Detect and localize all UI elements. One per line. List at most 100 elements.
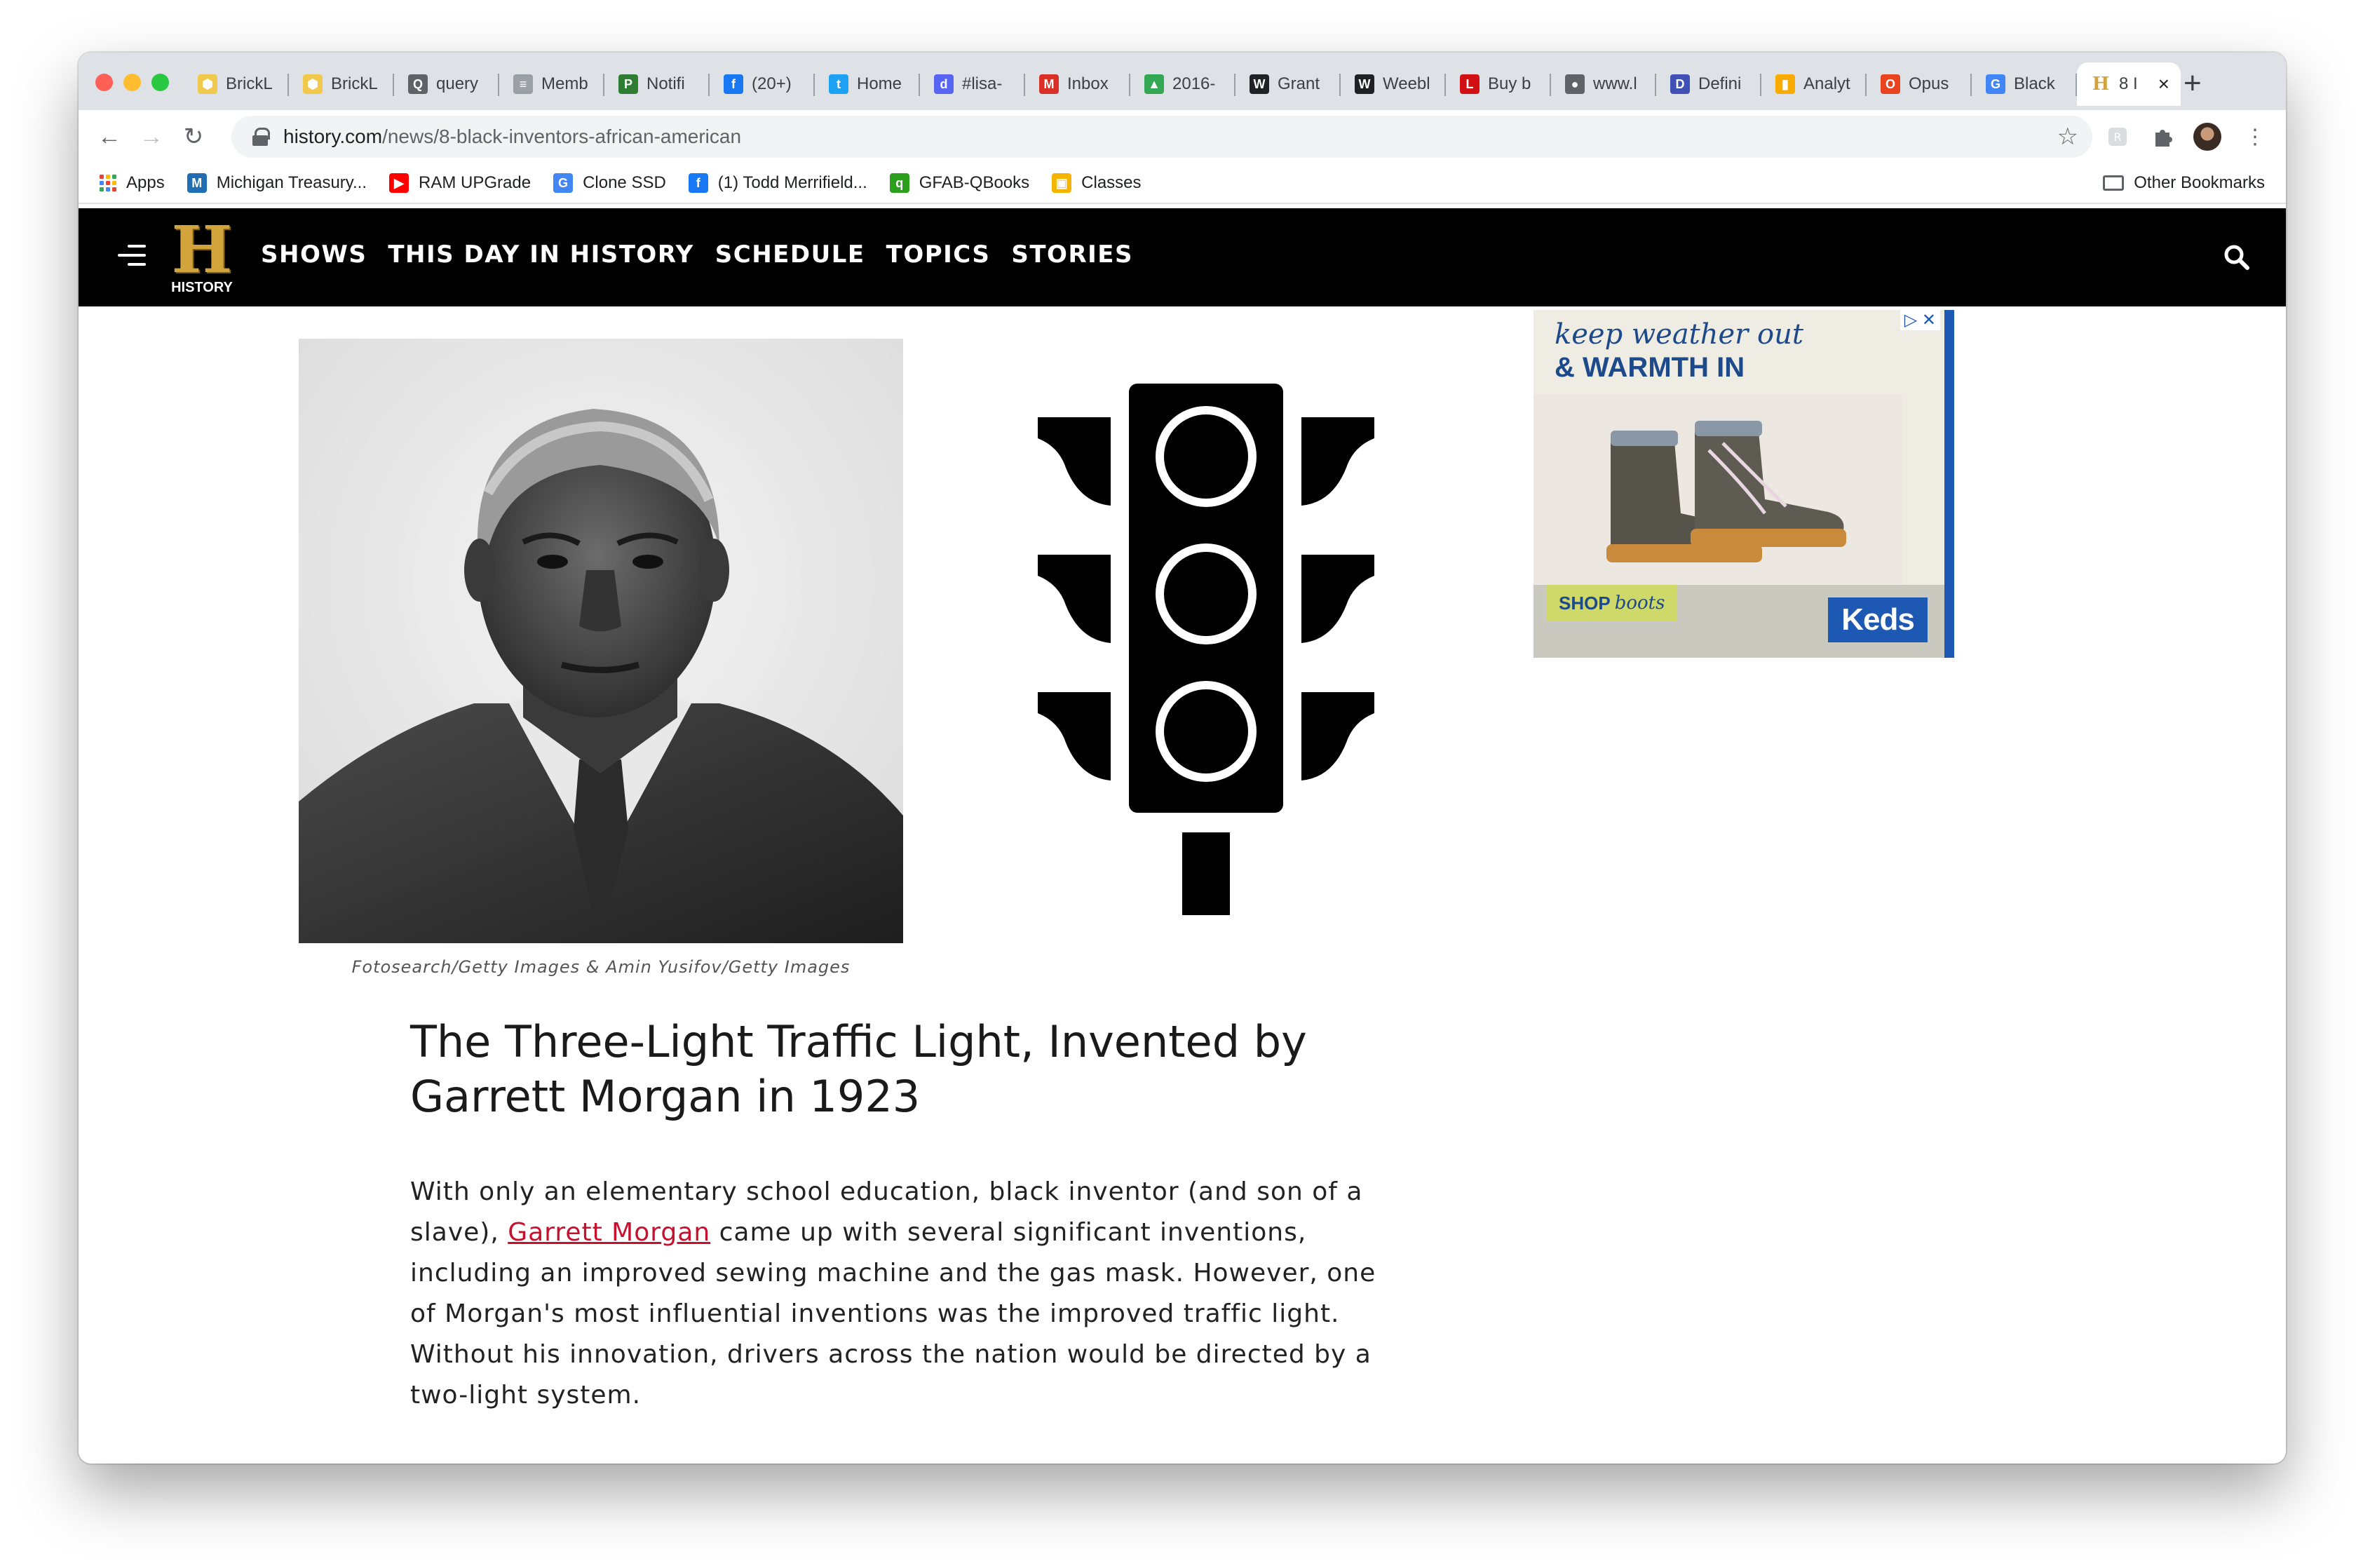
logo-word: HISTORY (171, 280, 233, 295)
nav-link-topics[interactable]: TOPICS (886, 241, 991, 269)
tab-label: query (436, 74, 479, 93)
browser-tab[interactable]: ▮ Analyt (1761, 62, 1867, 106)
nav-link-shows[interactable]: SHOWS (261, 241, 367, 269)
tab-label: Black (2014, 74, 2055, 93)
lock-icon (252, 128, 270, 146)
reload-button[interactable]: ↻ (177, 120, 210, 154)
ad-shop-bold: SHOP (1559, 592, 1611, 614)
nav-link-this-day-in-history[interactable]: THIS DAY IN HISTORY (388, 241, 693, 269)
tab-strip: ⬢ BrickL ⬢ BrickL Qquery ≡ Memb P Notifi f (20+) t H… (79, 53, 2286, 110)
bookmark-item[interactable]: G Clone SSD (553, 173, 666, 193)
tab-label: Weebl (1383, 74, 1430, 93)
tab-label: Opus (1909, 74, 1949, 93)
bookmark-label: RAM UPGrade (419, 173, 531, 192)
tab-label: Buy b (1488, 74, 1531, 93)
logo-letter: H (171, 212, 233, 288)
browser-tab[interactable]: L Buy b (1446, 62, 1551, 106)
browser-tab[interactable]: t Home (815, 62, 920, 106)
bookmark-label: Michigan Treasury... (216, 173, 367, 192)
browser-tab[interactable]: ⬢ BrickL (289, 62, 394, 106)
ad-headline-line2: & WARMTH IN (1555, 352, 1745, 383)
address-bar[interactable]: history.com/news/8-black-inventors-afric… (231, 116, 2092, 158)
tab-label: Memb (541, 74, 588, 93)
bookmark-label: Classes (1081, 173, 1142, 192)
bookmark-item[interactable]: ▣ Classes (1052, 173, 1142, 193)
tab-label: Analyt (1803, 74, 1850, 93)
other-bookmarks[interactable]: Other Bookmarks (2103, 173, 2265, 193)
bookmark-item[interactable]: q GFAB-QBooks (889, 173, 1029, 193)
browser-tab[interactable]: Qquery (394, 62, 499, 106)
other-bookmarks-label: Other Bookmarks (2134, 173, 2265, 192)
svg-text:R: R (2113, 130, 2121, 144)
bookmark-item[interactable]: M Michigan Treasury... (187, 173, 367, 193)
classroom-icon: ▣ (1052, 173, 1072, 193)
tab-label: Grant (1278, 74, 1320, 93)
browser-tab[interactable]: O Opus (1867, 62, 1972, 106)
nav-link-stories[interactable]: STORIES (1011, 241, 1133, 269)
browser-tab[interactable]: ⬢ BrickL (184, 62, 289, 106)
minimize-window-button[interactable] (123, 74, 141, 91)
ad-choices-icon[interactable]: ▷ ✕ (1900, 310, 1940, 330)
search-icon[interactable] (2223, 243, 2251, 271)
tab-label: Inbox (1067, 74, 1109, 93)
globe-icon: ● (1565, 74, 1585, 94)
bookmark-star-icon[interactable]: ☆ (2057, 123, 2078, 151)
garrett-morgan-link[interactable]: Garrett Morgan (508, 1218, 710, 1247)
qt-icon: Q (408, 74, 428, 94)
close-tab-icon[interactable]: × (2158, 73, 2169, 95)
site-header: H HISTORY SHOWS THIS DAY IN HISTORY SCHEDU… (79, 208, 2286, 306)
browser-tab[interactable]: f (20+) (710, 62, 815, 106)
new-tab-button[interactable]: + (2183, 62, 2202, 104)
facebook-icon: f (724, 74, 743, 94)
bookmark-label: (1) Todd Merrifield... (717, 173, 867, 192)
tab-label: Notifi (646, 74, 685, 93)
youtube-icon: ▶ (389, 173, 409, 193)
profile-avatar[interactable] (2193, 123, 2221, 151)
browser-tab[interactable]: P Notifi (604, 62, 710, 106)
bookmark-item[interactable]: ▶ RAM UPGrade (389, 173, 531, 193)
tab-label: 2016- (1172, 74, 1216, 93)
extensions-puzzle-icon[interactable] (2148, 123, 2176, 151)
browser-tab[interactable]: d #lisa- (920, 62, 1025, 106)
browser-tab[interactable]: ▲ 2016- (1130, 62, 1235, 106)
back-button[interactable]: ← (93, 120, 126, 154)
keds-logo: Keds (1828, 597, 1928, 642)
browser-tab[interactable]: ● www.l (1551, 62, 1656, 106)
ad-shop-button[interactable]: SHOP boots (1546, 585, 1678, 621)
analytics-icon: ▮ (1775, 74, 1795, 94)
nav-link-schedule[interactable]: SCHEDULE (715, 241, 865, 269)
browser-menu-icon[interactable]: ⋮ (2241, 123, 2269, 151)
weebly-icon: W (1250, 74, 1269, 94)
definition-icon: D (1670, 74, 1690, 94)
michigan-icon: M (187, 173, 207, 193)
maximize-window-button[interactable] (151, 74, 169, 91)
article-paragraph: With only an elementary school education… (410, 1172, 1406, 1416)
browser-tab[interactable]: M Inbox (1025, 62, 1130, 106)
discord-icon: d (934, 74, 954, 94)
history-logo[interactable]: H HISTORY (165, 212, 238, 297)
hamburger-menu-icon[interactable] (118, 245, 146, 270)
keds-advertisement[interactable]: keep weather out & WARMTH IN SHOPboots (1533, 310, 1954, 658)
image-caption: Fotosearch/Getty Images & Amin Yusifov/G… (351, 957, 851, 977)
browser-tab[interactable]: G Black (1972, 62, 2077, 106)
lego-icon: L (1460, 74, 1480, 94)
tab-label: BrickL (331, 74, 378, 93)
tab-list: ⬢ BrickL ⬢ BrickL Qquery ≡ Memb P Notifi f (20+) t H… (184, 62, 2181, 110)
active-browser-tab[interactable]: H 8 I × (2077, 62, 2181, 106)
browser-tab[interactable]: D Defini (1656, 62, 1761, 106)
browser-tab[interactable]: W Grant (1235, 62, 1341, 106)
url-path: /news/8-black-inventors-african-american (382, 126, 742, 147)
browser-tab[interactable]: W Weebl (1341, 62, 1446, 106)
forward-button[interactable]: → (135, 120, 168, 154)
extension-icon[interactable]: R (2104, 123, 2132, 151)
bookmark-item[interactable]: Apps (100, 173, 165, 193)
opus-icon: O (1881, 74, 1900, 94)
close-window-button[interactable] (95, 74, 113, 91)
twitter-icon: t (829, 74, 848, 94)
tab-label: 8 I (2119, 74, 2138, 93)
weebly-icon: W (1355, 74, 1374, 94)
url-domain: history.com (283, 126, 383, 147)
browser-tab[interactable]: ≡ Memb (499, 62, 604, 106)
bookmark-item[interactable]: f (1) Todd Merrifield... (688, 173, 867, 193)
tab-label: www.l (1593, 74, 1637, 93)
